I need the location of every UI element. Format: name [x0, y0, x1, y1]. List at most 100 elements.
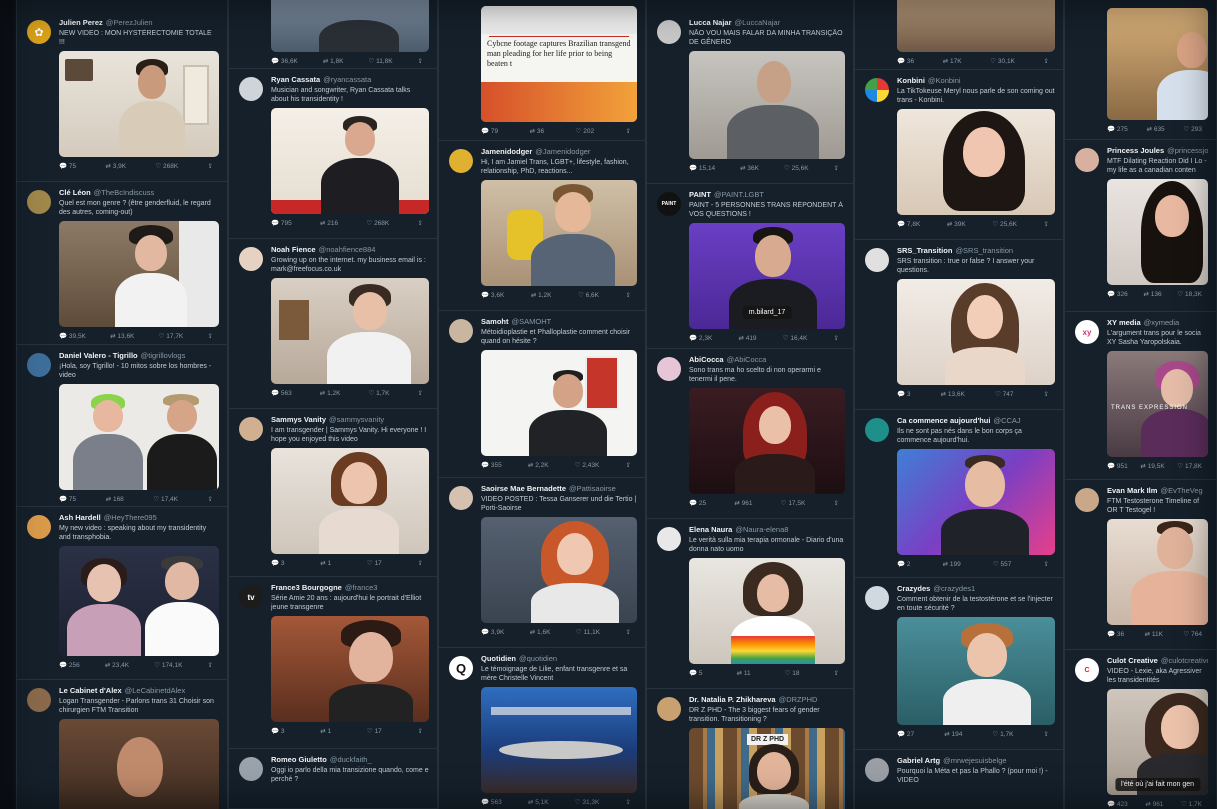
tweet-author-handle[interactable]: @LuccaNajar	[735, 18, 781, 27]
tweet-author-name[interactable]: SRS_Transition	[897, 246, 952, 255]
tweet-author-name[interactable]: Ca commence aujourd'hui	[897, 416, 990, 425]
tweet-card[interactable]: Princess Joules@princessjoules MTF Dilat…	[1065, 140, 1216, 312]
retweet-icon[interactable]: ⇄ 17K	[943, 57, 962, 67]
tweet-author-handle[interactable]: @crazydes1	[933, 584, 975, 593]
konbini-logo-icon[interactable]	[865, 78, 889, 102]
tweet-author-handle[interactable]: @Naura-elena8	[735, 525, 788, 534]
reply-icon[interactable]: 💬 326	[1107, 290, 1128, 300]
retweet-icon[interactable]: ⇄ 1,6K	[530, 628, 551, 638]
share-icon[interactable]: ⇪	[418, 389, 423, 399]
tweet-author-name[interactable]: XY media	[1107, 318, 1141, 327]
share-icon[interactable]: ⇪	[1044, 57, 1049, 67]
tweet-author-handle[interactable]: @ryancassata	[323, 75, 371, 84]
tweet-card[interactable]: ✿ Julien Perez @PerezJulien NEW VIDEO : M…	[17, 12, 227, 182]
like-icon[interactable]: ♡ 25,6K	[992, 220, 1017, 230]
tweet-author-name[interactable]: Ryan Cassata	[271, 75, 320, 84]
like-icon[interactable]: ♡ 1,7K	[1181, 800, 1202, 809]
tweet-card[interactable]: Ash Hardell @HeyThere095 My new video : s…	[17, 507, 227, 680]
like-icon[interactable]: ♡ 293	[1183, 125, 1202, 135]
share-icon[interactable]: ⇪	[834, 669, 839, 679]
share-icon[interactable]: ⇪	[1044, 220, 1049, 230]
tweet-card[interactable]: Samoht @SAMOHT Métoidioplastie et Phallop…	[439, 311, 645, 478]
tweet-video[interactable]: DR Z PHD	[689, 728, 845, 809]
tweet-author-handle[interactable]: @culotcreative	[1161, 656, 1208, 665]
tweet-video[interactable]	[271, 108, 429, 214]
like-icon[interactable]: ♡ 557	[993, 560, 1012, 570]
tweet-card[interactable]: Konbini @Konbini La TikTokeuse Meryl nous…	[855, 70, 1063, 240]
tweet-video[interactable]: l'été où j'ai fait mon gen	[1107, 689, 1208, 795]
retweet-icon[interactable]: ⇄ 136	[1144, 290, 1162, 300]
tweet-card[interactable]: Jamenidodger @Jamenidodger Hi, I am Jamie…	[439, 141, 645, 311]
tweet-author-handle[interactable]: @HeyThere095	[104, 513, 157, 522]
tweet-video[interactable]	[897, 109, 1055, 215]
reply-icon[interactable]: 💬 15,14	[689, 164, 715, 174]
tweet-author-handle[interactable]: @EvTheVeg	[1160, 486, 1202, 495]
tweet-author-handle[interactable]: @sammysvanity	[329, 415, 384, 424]
column-5[interactable]: 💬 36 ⇄ 17K ♡ 30,1K ⇪ Konbini @Konbini La …	[854, 0, 1064, 809]
xy-logo-icon[interactable]: xy	[1075, 320, 1099, 344]
tweet-author-handle[interactable]: @france3	[345, 583, 378, 592]
profile-photo-icon[interactable]	[657, 20, 681, 44]
share-icon[interactable]: ⇪	[626, 461, 631, 471]
retweet-icon[interactable]: ⇄ 961	[734, 499, 752, 509]
tweet-card[interactable]: SRS_Transition @SRS_transition SRS transi…	[855, 240, 1063, 410]
reply-icon[interactable]: 💬 2	[897, 560, 911, 570]
tweet-video[interactable]	[59, 546, 219, 656]
tweet-video[interactable]	[271, 448, 429, 554]
share-icon[interactable]: ⇪	[1044, 730, 1049, 740]
tweet-video[interactable]	[1107, 519, 1208, 625]
share-icon[interactable]: ⇪	[834, 334, 839, 344]
like-icon[interactable]: ♡ 18	[785, 669, 800, 679]
share-icon[interactable]: ⇪	[626, 127, 631, 137]
tweet-author-handle[interactable]: @CCAJ	[993, 416, 1020, 425]
like-icon[interactable]: ♡ 17,8K	[1177, 462, 1202, 472]
reply-icon[interactable]: 💬 25	[689, 499, 706, 509]
like-icon[interactable]: ♡ 1,7K	[368, 389, 389, 399]
reply-icon[interactable]: 💬 27	[897, 730, 914, 740]
tweet-author-name[interactable]: Romeo Giuletto	[271, 755, 327, 764]
profile-photo-icon[interactable]	[449, 149, 473, 173]
tweet-author-name[interactable]: Culot Creative	[1107, 656, 1158, 665]
reply-icon[interactable]: 💬 951	[1107, 462, 1128, 472]
tweet-video[interactable]	[897, 617, 1055, 725]
tweet-author-name[interactable]: Gabriel Artg	[897, 756, 940, 765]
tweet-video[interactable]	[689, 558, 845, 664]
tweet-author-name[interactable]: France3 Bourgogne	[271, 583, 342, 592]
tweet-video[interactable]	[271, 0, 429, 52]
like-icon[interactable]: ♡ 17,5K	[781, 499, 806, 509]
profile-photo-icon[interactable]	[239, 757, 263, 781]
tweet-card[interactable]: AbiCocca @AbiCocca Sono trans ma ho scelt…	[647, 349, 853, 519]
tweet-author-name[interactable]: Dr. Natalia P. Zhikhareva	[689, 695, 776, 704]
profile-photo-icon[interactable]	[657, 697, 681, 721]
share-icon[interactable]: ⇪	[834, 164, 839, 174]
tweet-card[interactable]: Q Quotidien @quotidien Le témoignage de L…	[439, 648, 645, 809]
share-icon[interactable]: ⇪	[626, 798, 631, 808]
tweet-author-name[interactable]: Daniel Valero - Tigrillo	[59, 351, 138, 360]
profile-photo-icon[interactable]	[27, 515, 51, 539]
like-icon[interactable]: ♡ 6,6K	[578, 291, 599, 301]
tweet-author-name[interactable]: Lucca Najar	[689, 18, 732, 27]
reply-icon[interactable]: 💬 3,6K	[481, 291, 504, 301]
like-icon[interactable]: ♡ 17,4K	[153, 495, 178, 505]
tweet-author-handle[interactable]: @Konbini	[928, 76, 961, 85]
tweet-author-name[interactable]: Samoht	[481, 317, 509, 326]
retweet-icon[interactable]: ⇄ 13,6K	[941, 390, 965, 400]
tweet-card[interactable]: Sammys Vanity @sammysvanity I am transgen…	[229, 409, 437, 577]
tweet-author-handle[interactable]: @LeCabinetdAlex	[125, 686, 186, 695]
like-icon[interactable]: ♡ 31,3K	[575, 798, 600, 808]
reply-icon[interactable]: 💬 2,3K	[689, 334, 712, 344]
tweet-video[interactable]	[1107, 179, 1208, 285]
profile-photo-icon[interactable]	[27, 190, 51, 214]
reply-icon[interactable]: 💬 5	[689, 669, 703, 679]
reply-icon[interactable]: 💬 3	[271, 559, 285, 569]
tweet-author-name[interactable]: Sammys Vanity	[271, 415, 326, 424]
reply-icon[interactable]: 💬 423	[1107, 800, 1128, 809]
like-icon[interactable]: ♡ 1,7K	[992, 730, 1013, 740]
tweet-author-handle[interactable]: @TheBcIndiscuss	[94, 188, 155, 197]
profile-photo-icon[interactable]	[657, 527, 681, 551]
retweet-icon[interactable]: ⇄ 3,9K	[105, 162, 126, 172]
tweet-author-handle[interactable]: @princessjoules	[1167, 146, 1208, 155]
like-icon[interactable]: ♡ 18,3K	[1177, 290, 1202, 300]
retweet-icon[interactable]: ⇄ 13,6K	[110, 332, 134, 342]
tweet-author-handle[interactable]: @tigrillovlogs	[141, 351, 186, 360]
